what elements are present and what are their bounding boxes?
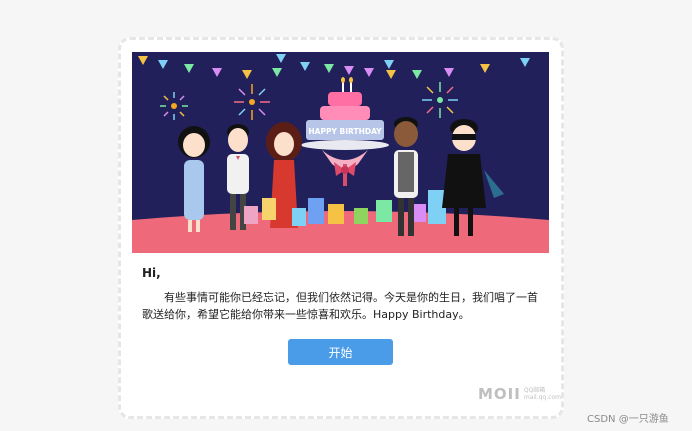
- qq-mail-brand: MOII QQ邮箱 mail.qq.com: [478, 385, 561, 403]
- greeting-message: 有些事情可能你已经忘记，但我们依然记得。今天是你的生日，我们唱了一首歌送给你，希…: [142, 291, 538, 321]
- firework-left: [160, 92, 188, 120]
- csdn-watermark: CSDN @一只游鱼: [587, 414, 669, 425]
- brand-subtitle: QQ邮箱 mail.qq.com: [524, 387, 561, 401]
- cake-text: HAPPY BIRTHDAY: [308, 127, 382, 136]
- brand-logo: MOII: [478, 385, 521, 403]
- birthday-banner-illustration: HAPPY BIRTHDAY: [132, 52, 549, 253]
- brand-subtitle-top: QQ邮箱: [523, 387, 546, 394]
- start-button[interactable]: 开始: [288, 339, 393, 365]
- brand-subtitle-bottom: mail.qq.com: [523, 394, 561, 401]
- greeting-title: Hi,: [142, 266, 161, 280]
- firework-center: [234, 84, 270, 120]
- firework-right: [422, 82, 458, 118]
